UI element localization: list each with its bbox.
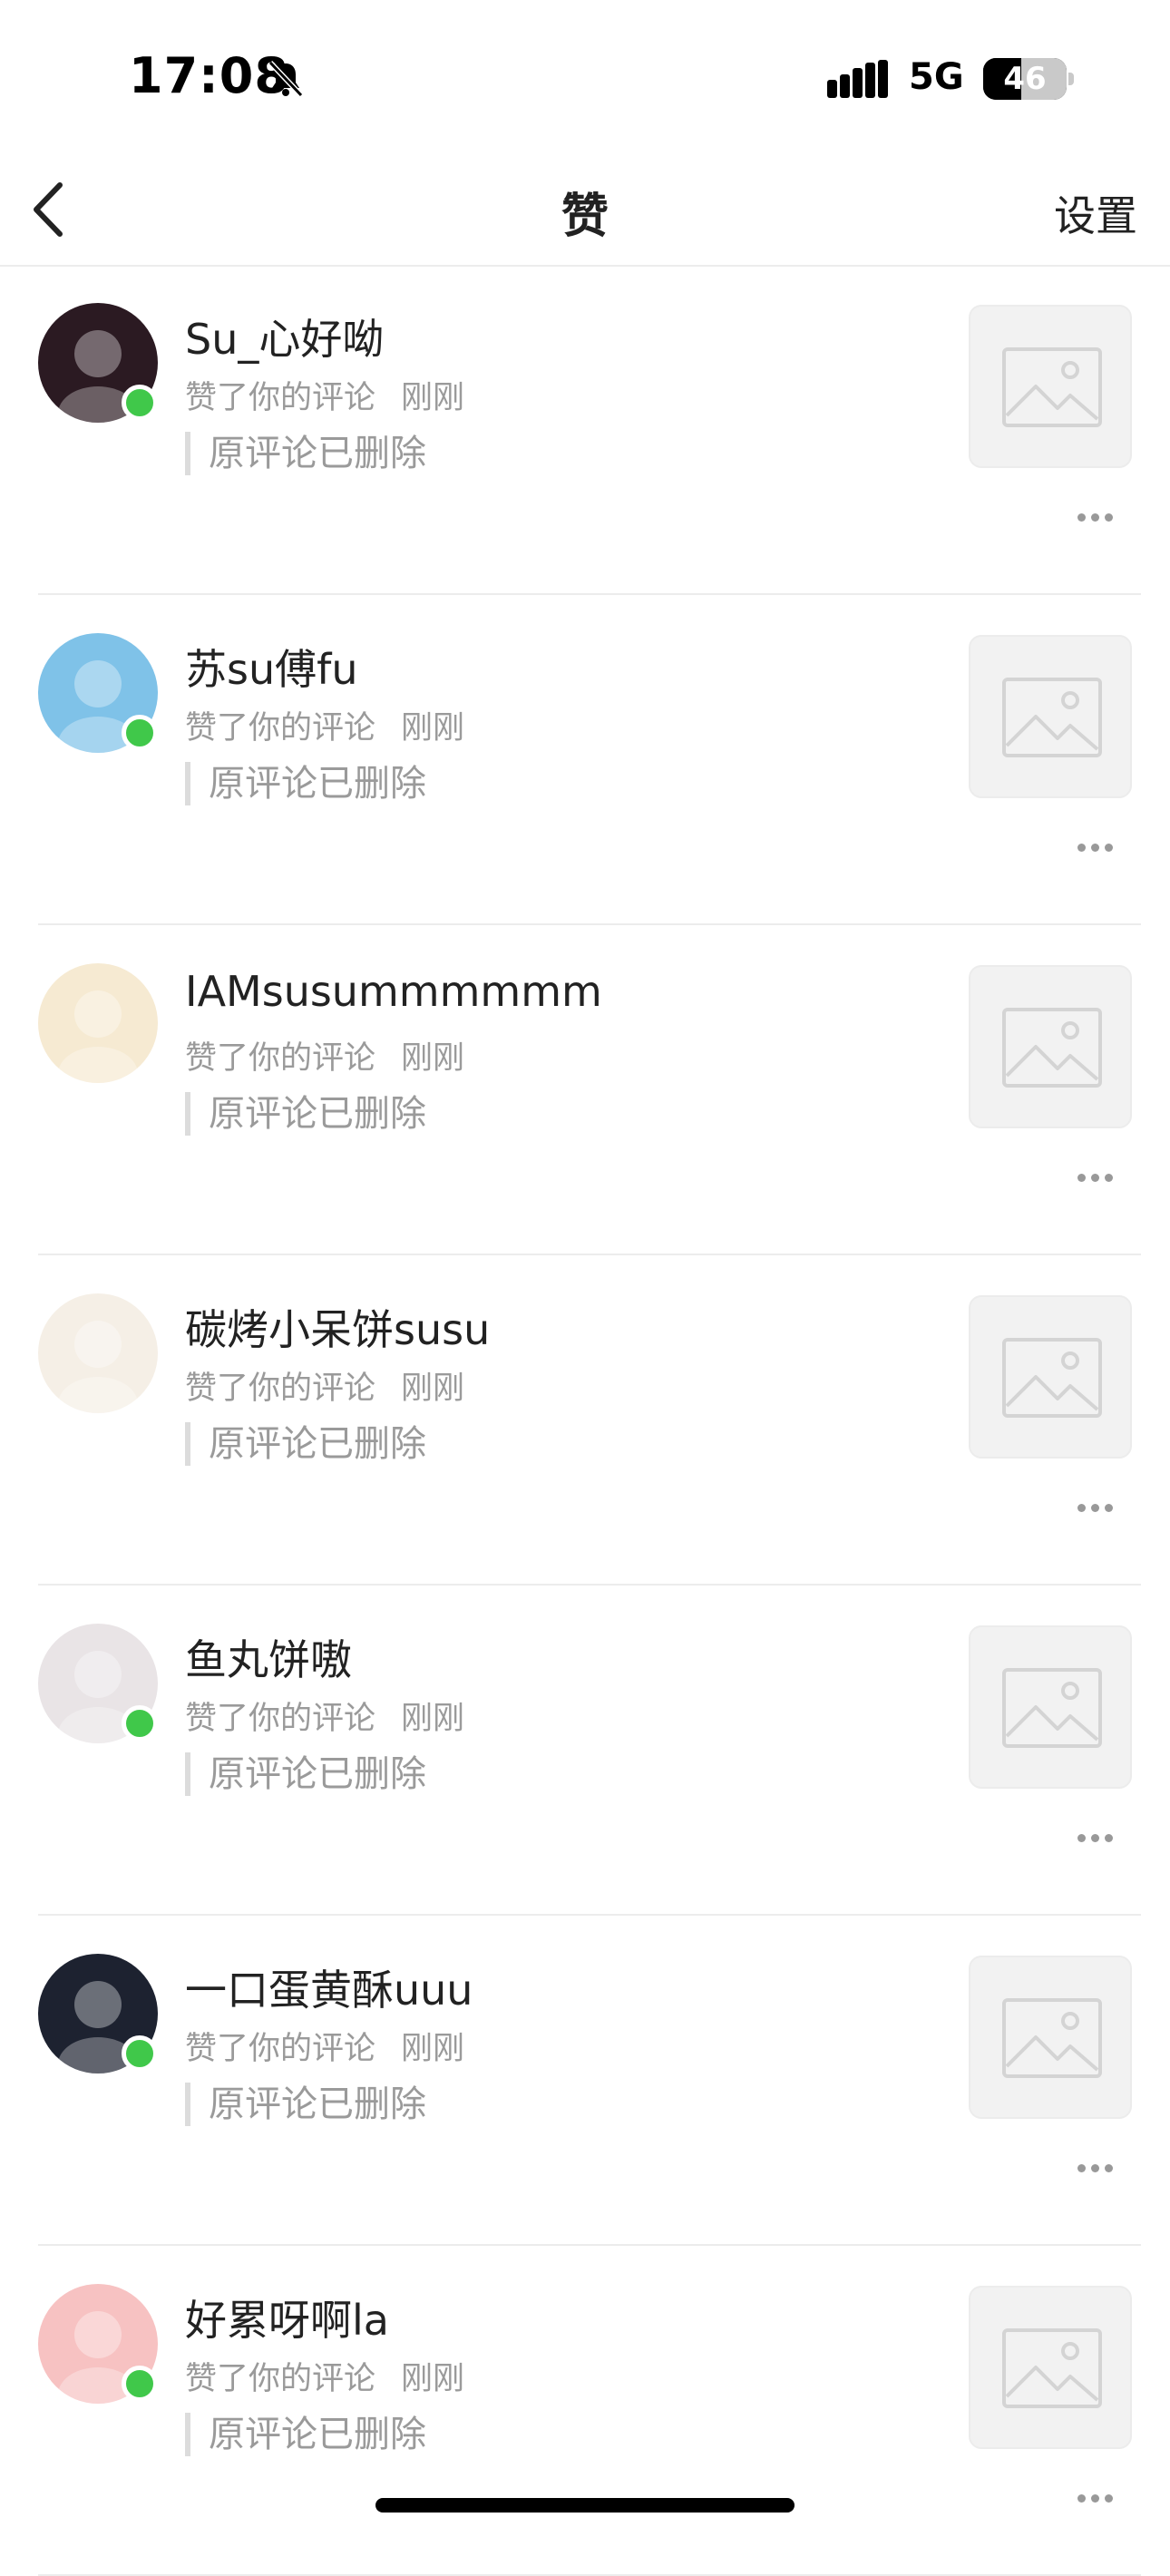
action-text: 赞了你的评论: [185, 380, 376, 416]
quoted-comment[interactable]: 原评论已删除: [185, 2413, 426, 2456]
quoted-comment[interactable]: 原评论已删除: [185, 1092, 426, 1136]
post-thumbnail[interactable]: [969, 2286, 1132, 2449]
notification-meta: 赞了你的评论 刚刚: [185, 1362, 464, 1409]
list-item[interactable]: Su_心好呦 赞了你的评论 刚刚 原评论已删除: [0, 265, 1170, 595]
action-text: 赞了你的评论: [185, 1371, 376, 1407]
quoted-comment[interactable]: 原评论已删除: [185, 432, 426, 475]
timestamp: 刚刚: [401, 710, 465, 746]
action-text: 赞了你的评论: [185, 1701, 376, 1737]
online-status-dot: [122, 1705, 158, 1742]
page-title: 赞: [561, 190, 609, 244]
post-thumbnail[interactable]: [969, 635, 1132, 798]
list-item[interactable]: 一口蛋黄酥uuu 赞了你的评论 刚刚 原评论已删除: [0, 1916, 1170, 2246]
action-text: 赞了你的评论: [185, 1040, 376, 1077]
user-name[interactable]: 好累呀啊la: [185, 2288, 389, 2347]
more-dots-icon[interactable]: [1077, 1829, 1123, 1847]
battery-icon: 46: [983, 58, 1067, 100]
image-placeholder-icon: [1002, 1668, 1102, 1748]
timestamp: 刚刚: [401, 1701, 465, 1737]
image-placeholder-icon: [1002, 347, 1102, 427]
cellular-signal-icon: [827, 60, 888, 98]
post-thumbnail[interactable]: [969, 1956, 1132, 2119]
image-placeholder-icon: [1002, 678, 1102, 757]
timestamp: 刚刚: [401, 2031, 465, 2067]
image-placeholder-icon: [1002, 1338, 1102, 1418]
navigation-bar: 赞 设置: [0, 154, 1170, 267]
avatar-image: [38, 963, 158, 1083]
battery-tip: [1068, 73, 1074, 85]
image-placeholder-icon: [1002, 1998, 1102, 2078]
list-item[interactable]: 苏su傅fu 赞了你的评论 刚刚 原评论已删除: [0, 595, 1170, 925]
avatar-image: [38, 1293, 158, 1413]
online-status-dot: [122, 2366, 158, 2402]
more-dots-icon[interactable]: [1077, 838, 1123, 856]
timestamp: 刚刚: [401, 1040, 465, 1077]
online-status-dot: [122, 715, 158, 751]
list-item[interactable]: 鱼丸饼嗷 赞了你的评论 刚刚 原评论已删除: [0, 1586, 1170, 1916]
notification-meta: 赞了你的评论 刚刚: [185, 702, 464, 748]
avatar[interactable]: [38, 963, 158, 1083]
more-dots-icon[interactable]: [1077, 2159, 1123, 2177]
list-item[interactable]: 好累呀啊la 赞了你的评论 刚刚 原评论已删除: [0, 2246, 1170, 2576]
quoted-comment[interactable]: 原评论已删除: [185, 2083, 426, 2126]
notification-meta: 赞了你的评论 刚刚: [185, 2353, 464, 2399]
user-name[interactable]: Su_心好呦: [185, 307, 384, 366]
user-name[interactable]: 碳烤小呆饼susu: [185, 1297, 490, 1357]
list-item[interactable]: IAMsusummmmmm 赞了你的评论 刚刚 原评论已删除: [0, 925, 1170, 1255]
network-type: 5G: [909, 56, 964, 98]
post-thumbnail[interactable]: [969, 1295, 1132, 1459]
quoted-comment[interactable]: 原评论已删除: [185, 1422, 426, 1466]
more-dots-icon[interactable]: [1077, 1168, 1123, 1186]
timestamp: 刚刚: [401, 1371, 465, 1407]
more-dots-icon[interactable]: [1077, 1498, 1123, 1517]
timestamp: 刚刚: [401, 380, 465, 416]
avatar[interactable]: [38, 1293, 158, 1413]
action-text: 赞了你的评论: [185, 2361, 376, 2397]
more-dots-icon[interactable]: [1077, 508, 1123, 526]
action-text: 赞了你的评论: [185, 710, 376, 746]
list-item[interactable]: 碳烤小呆饼susu 赞了你的评论 刚刚 原评论已删除: [0, 1255, 1170, 1586]
notification-meta: 赞了你的评论 刚刚: [185, 1032, 464, 1078]
online-status-dot: [122, 2035, 158, 2072]
more-dots-icon[interactable]: [1077, 2489, 1123, 2507]
quoted-comment[interactable]: 原评论已删除: [185, 1752, 426, 1796]
bell-slash-icon: [268, 60, 304, 98]
battery-percent: 46: [1003, 61, 1047, 97]
post-thumbnail[interactable]: [969, 1625, 1132, 1789]
action-text: 赞了你的评论: [185, 2031, 376, 2067]
notification-meta: 赞了你的评论 刚刚: [185, 1693, 464, 1739]
status-bar: 17:08 5G 46: [0, 0, 1170, 154]
chevron-left-icon[interactable]: [27, 176, 73, 243]
user-name[interactable]: 苏su傅fu: [185, 637, 357, 697]
notification-list: Su_心好呦 赞了你的评论 刚刚 原评论已删除 苏su傅fu 赞了你的评论 刚刚 原评论已删除…: [0, 265, 1170, 2576]
online-status-dot: [122, 385, 158, 421]
user-name[interactable]: IAMsusummmmmm: [185, 967, 602, 1016]
user-name[interactable]: 一口蛋黄酥uuu: [185, 1957, 473, 2017]
home-indicator[interactable]: [375, 2498, 795, 2513]
user-name[interactable]: 鱼丸饼嗷: [185, 1627, 352, 1687]
post-thumbnail[interactable]: [969, 305, 1132, 468]
quoted-comment[interactable]: 原评论已删除: [185, 762, 426, 805]
image-placeholder-icon: [1002, 2328, 1102, 2408]
post-thumbnail[interactable]: [969, 965, 1132, 1128]
timestamp: 刚刚: [401, 2361, 465, 2397]
image-placeholder-icon: [1002, 1008, 1102, 1088]
notification-meta: 赞了你的评论 刚刚: [185, 2023, 464, 2069]
settings-button[interactable]: 设置: [1054, 183, 1137, 243]
notification-meta: 赞了你的评论 刚刚: [185, 372, 464, 418]
